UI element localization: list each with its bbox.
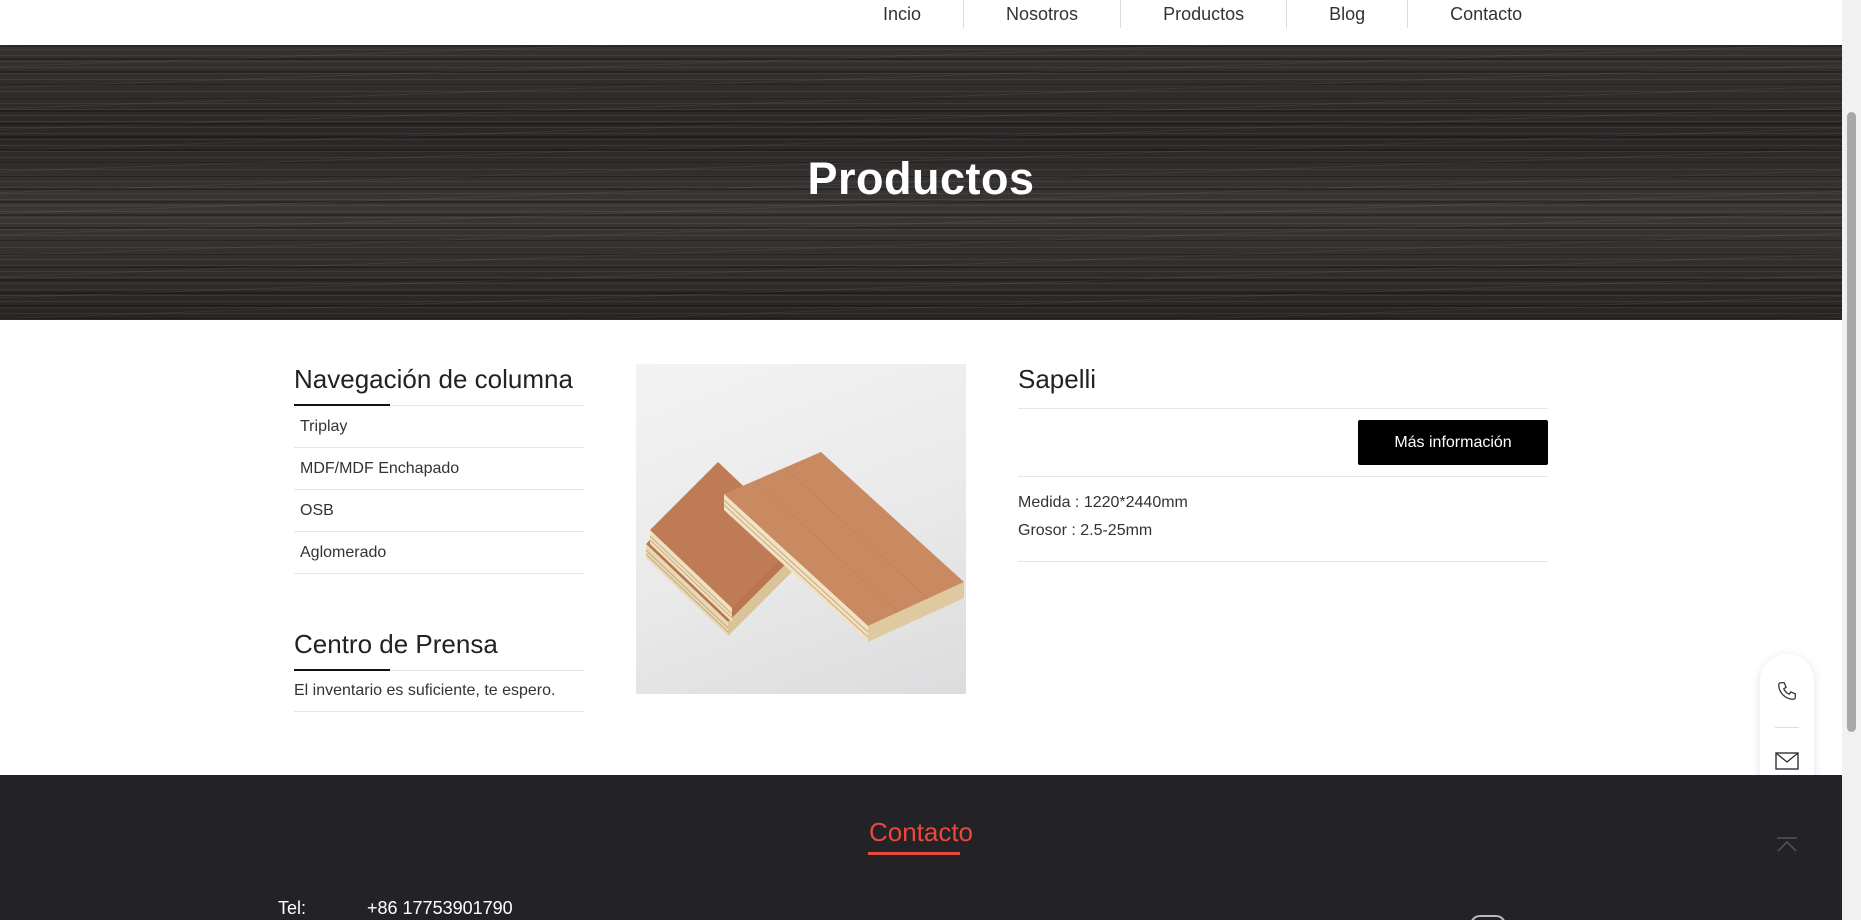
press-center-title: Centro de Prensa (294, 629, 584, 671)
nav-item-label: Blog (1329, 3, 1366, 24)
nav-item-label: Incio (883, 3, 922, 24)
hero-banner: Productos (0, 45, 1842, 320)
category-item-osb[interactable]: OSB (294, 490, 584, 532)
nav-item-label: Productos (1163, 3, 1245, 24)
product-info: Sapelli Más información Medida : 1220*24… (1018, 364, 1548, 562)
category-item-triplay[interactable]: Triplay (294, 406, 584, 448)
category-item-aglomerado[interactable]: Aglomerado (294, 532, 584, 574)
product-specs: Medida : 1220*2440mm Grosor : 2.5-25mm (1018, 477, 1548, 562)
sidebar: Navegación de columna Triplay MDF/MDF En… (294, 364, 584, 712)
social-icon-partial (1470, 915, 1506, 920)
footer: Contacto Tel: +86 17753901790 (0, 775, 1842, 920)
nav-item-contacto[interactable]: Contacto (1408, 0, 1564, 28)
nav-item-incio[interactable]: Incio (853, 0, 965, 28)
product-name: Sapelli (1018, 364, 1548, 409)
plywood-boards-illustration (645, 452, 964, 642)
category-label: Triplay (300, 417, 348, 435)
tel-number[interactable]: +86 17753901790 (367, 898, 513, 919)
main-menu: Incio Nosotros Productos Blog Contacto (853, 0, 1564, 45)
back-to-top-icon[interactable] (1775, 835, 1799, 855)
nav-item-blog[interactable]: Blog (1287, 0, 1409, 28)
nav-item-label: Nosotros (1006, 3, 1079, 24)
top-navigation: Incio Nosotros Productos Blog Contacto (0, 0, 1842, 45)
spec-size: Medida : 1220*2440mm (1018, 494, 1188, 511)
nav-item-label: Contacto (1450, 3, 1523, 24)
category-label: OSB (300, 501, 334, 519)
widget-divider (1775, 727, 1799, 728)
category-item-mdf[interactable]: MDF/MDF Enchapado (294, 448, 584, 490)
product-image (636, 364, 966, 694)
title-underline (868, 852, 960, 855)
phone-icon[interactable] (1775, 679, 1799, 703)
press-news-link[interactable]: El inventario es suficiente, te espero. (294, 670, 584, 712)
product-action-row: Más información (1018, 409, 1548, 477)
category-label: MDF/MDF Enchapado (300, 459, 460, 477)
category-list: Triplay MDF/MDF Enchapado OSB Aglomerado (294, 405, 584, 574)
tel-label: Tel: (278, 898, 307, 918)
category-label: Aglomerado (300, 543, 387, 561)
more-info-button[interactable]: Más información (1358, 420, 1548, 465)
press-center: Centro de Prensa El inventario es sufici… (294, 629, 584, 712)
footer-contact-title: Contacto (868, 817, 974, 847)
column-nav-title: Navegación de columna (294, 364, 584, 406)
spec-thickness: Grosor : 2.5-25mm (1018, 522, 1153, 539)
nav-item-nosotros[interactable]: Nosotros (964, 0, 1122, 28)
page-title: Productos (807, 153, 1035, 204)
mail-icon[interactable] (1775, 749, 1799, 773)
nav-item-productos[interactable]: Productos (1121, 0, 1288, 28)
scrollbar-thumb[interactable] (1847, 112, 1856, 732)
page-scrollbar[interactable] (1842, 0, 1861, 920)
